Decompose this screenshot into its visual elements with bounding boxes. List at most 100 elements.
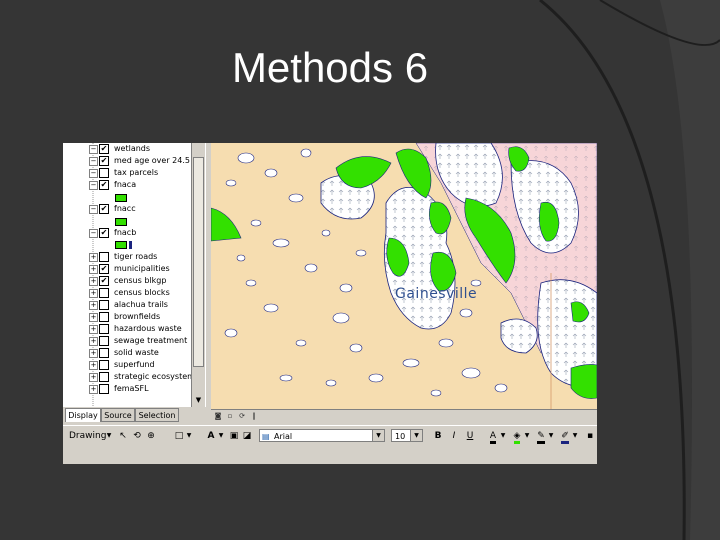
toc-scrollbar[interactable]: ▼ bbox=[191, 143, 206, 407]
underline-button[interactable]: U bbox=[465, 429, 475, 443]
pause-icon[interactable]: ‖ bbox=[249, 412, 259, 421]
expand-icon[interactable]: + bbox=[89, 265, 98, 274]
collapse-icon[interactable]: − bbox=[89, 205, 98, 214]
layer-checkbox[interactable] bbox=[99, 300, 109, 310]
collapse-icon[interactable]: − bbox=[89, 157, 98, 166]
layer-row[interactable]: + brownfields bbox=[63, 311, 191, 323]
expand-icon[interactable]: + bbox=[89, 301, 98, 310]
tab-source[interactable]: Source bbox=[101, 408, 135, 422]
dropdown-icon[interactable]: ▼ bbox=[105, 429, 113, 443]
layer-name: alachua trails bbox=[114, 300, 168, 309]
expand-icon[interactable]: + bbox=[89, 325, 98, 334]
expand-icon[interactable]: + bbox=[89, 349, 98, 358]
layer-row[interactable]: − ✔ fnacb bbox=[63, 227, 191, 239]
expand-icon[interactable]: + bbox=[89, 361, 98, 370]
font-color-button[interactable]: A bbox=[487, 429, 499, 444]
expand-icon[interactable]: + bbox=[89, 313, 98, 322]
rotate-icon[interactable]: ⟲ bbox=[131, 429, 143, 443]
tab-display[interactable]: Display bbox=[65, 408, 101, 422]
layer-row[interactable]: − ✔ med age over 24.5 bbox=[63, 155, 191, 167]
layer-name: sewage treatment bbox=[114, 336, 188, 345]
layer-checkbox[interactable] bbox=[99, 384, 109, 394]
text-tool-icon[interactable]: A bbox=[205, 429, 217, 443]
dropdown-icon[interactable]: ▼ bbox=[547, 429, 555, 443]
layer-checkbox[interactable]: ✔ bbox=[99, 156, 109, 166]
layer-name: municipalities bbox=[114, 264, 170, 273]
collapse-icon[interactable]: − bbox=[89, 169, 98, 178]
rectangle-icon[interactable]: □ bbox=[173, 429, 185, 443]
layer-row[interactable]: − tax parcels bbox=[63, 167, 191, 179]
layer-checkbox[interactable]: ✔ bbox=[99, 204, 109, 214]
layer-row[interactable]: + ✔ census blkgp bbox=[63, 275, 191, 287]
layer-row[interactable]: − ✔ fnacc bbox=[63, 203, 191, 215]
expand-icon[interactable]: + bbox=[89, 289, 98, 298]
map-horizontal-scrollbar[interactable]: ◙ ▫ ⟳ ‖ bbox=[211, 409, 597, 424]
layer-checkbox[interactable]: ✔ bbox=[99, 276, 109, 286]
layer-checkbox[interactable] bbox=[99, 288, 109, 298]
layer-row[interactable]: − ✔ wetlands bbox=[63, 143, 191, 155]
collapse-icon[interactable]: − bbox=[89, 229, 98, 238]
layer-row[interactable]: + hazardous waste bbox=[63, 323, 191, 335]
collapse-icon[interactable]: − bbox=[89, 145, 98, 154]
line-color-button[interactable]: ✎ bbox=[535, 429, 547, 444]
layer-checkbox[interactable] bbox=[99, 372, 109, 382]
dropdown-icon[interactable]: ▼ bbox=[185, 429, 193, 443]
dropdown-icon[interactable]: ▼ bbox=[571, 429, 579, 443]
layer-row[interactable]: + ✔ municipalities bbox=[63, 263, 191, 275]
layer-name: fnacb bbox=[114, 228, 137, 237]
layer-checkbox[interactable] bbox=[99, 312, 109, 322]
layer-row[interactable]: + femaSFL bbox=[63, 383, 191, 395]
dropdown-icon[interactable]: ▼ bbox=[499, 429, 507, 443]
layer-row[interactable]: + census blocks bbox=[63, 287, 191, 299]
pointer-icon[interactable]: ↖ bbox=[117, 429, 129, 443]
data-view-icon[interactable]: ◙ bbox=[213, 412, 223, 421]
map-canvas[interactable] bbox=[211, 143, 597, 409]
font-name-dropdown-icon[interactable]: ▼ bbox=[372, 430, 384, 441]
expand-icon[interactable]: + bbox=[89, 253, 98, 262]
bold-button[interactable]: B bbox=[433, 429, 443, 443]
dropdown-icon[interactable]: ▼ bbox=[523, 429, 531, 443]
expand-icon[interactable]: + bbox=[89, 385, 98, 394]
layer-row[interactable]: + tiger roads bbox=[63, 251, 191, 263]
fill-color-button[interactable]: ◈ bbox=[511, 429, 523, 444]
scroll-down-icon[interactable]: ▼ bbox=[193, 395, 204, 405]
layer-checkbox[interactable] bbox=[99, 348, 109, 358]
font-name-value: Arial bbox=[274, 432, 293, 441]
italic-button[interactable]: I bbox=[449, 429, 459, 443]
layer-checkbox[interactable]: ✔ bbox=[99, 228, 109, 238]
layer-name: femaSFL bbox=[114, 384, 149, 393]
expand-icon[interactable]: + bbox=[89, 337, 98, 346]
layer-row[interactable]: + strategic ecosystems bbox=[63, 371, 199, 383]
layer-checkbox[interactable]: ✔ bbox=[99, 144, 109, 154]
layer-checkbox[interactable] bbox=[99, 360, 109, 370]
layout-view-icon[interactable]: ▫ bbox=[225, 412, 235, 421]
layer-row[interactable]: + alachua trails bbox=[63, 299, 191, 311]
edit-text-icon[interactable]: ▣ bbox=[229, 429, 239, 443]
layer-row[interactable]: − ✔ fnaca bbox=[63, 179, 191, 191]
font-name-select[interactable]: ▤ Arial ▼ bbox=[259, 429, 385, 442]
shadow-icon[interactable]: ◪ bbox=[241, 429, 253, 443]
tab-selection[interactable]: Selection bbox=[135, 408, 179, 422]
layer-checkbox[interactable] bbox=[99, 252, 109, 262]
collapse-icon[interactable]: − bbox=[89, 181, 98, 190]
font-size-select[interactable]: 10 ▼ bbox=[391, 429, 423, 442]
expand-icon[interactable]: + bbox=[89, 373, 98, 382]
layer-row[interactable]: + solid waste bbox=[63, 347, 191, 359]
layer-checkbox[interactable]: ✔ bbox=[99, 264, 109, 274]
zoom-icon[interactable]: ⊕ bbox=[145, 429, 157, 443]
expand-icon[interactable]: + bbox=[89, 277, 98, 286]
layer-checkbox[interactable] bbox=[99, 336, 109, 346]
drawing-menu-button[interactable]: Drawing bbox=[69, 429, 107, 443]
dropdown-icon[interactable]: ▼ bbox=[217, 429, 225, 443]
marker-color-button[interactable]: ✐ bbox=[559, 429, 571, 444]
layer-row[interactable]: + superfund bbox=[63, 359, 191, 371]
font-size-dropdown-icon[interactable]: ▼ bbox=[410, 430, 422, 441]
layer-checkbox[interactable]: ✔ bbox=[99, 180, 109, 190]
refresh-icon[interactable]: ⟳ bbox=[237, 412, 247, 421]
layer-checkbox[interactable] bbox=[99, 168, 109, 178]
more-tools-icon[interactable]: ▪ bbox=[585, 429, 595, 443]
layer-checkbox[interactable] bbox=[99, 324, 109, 334]
map-view[interactable]: Gainesville bbox=[211, 143, 597, 409]
scrollbar-thumb[interactable] bbox=[193, 157, 204, 367]
layer-row[interactable]: + sewage treatment bbox=[63, 335, 191, 347]
